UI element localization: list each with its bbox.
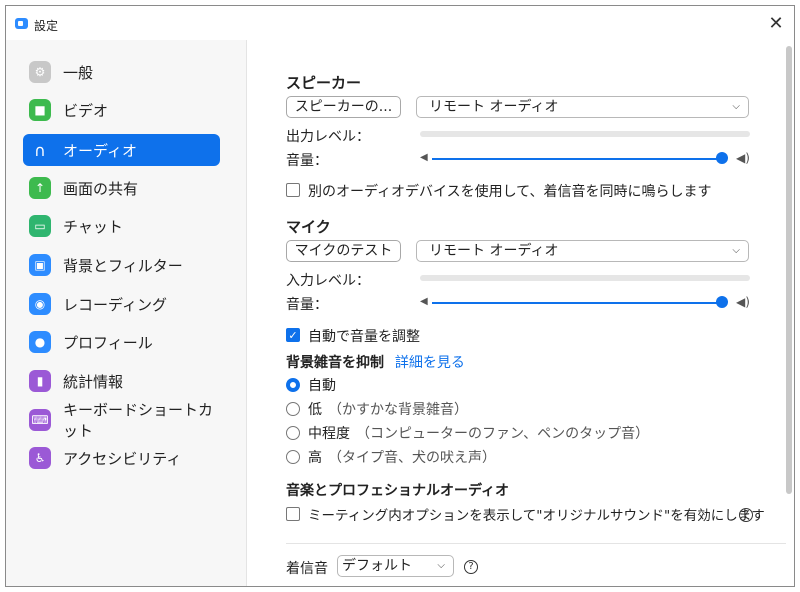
share-screen-icon: ↑ (29, 177, 51, 199)
mic-device-select[interactable]: リモート オーディオ ⌵ (416, 240, 749, 262)
mic-volume-handle[interactable] (716, 296, 728, 308)
ring-separately-label: 別のオーディオデバイスを使用して、着信音を同時に鳴らします (308, 184, 712, 200)
sidebar-item-profile[interactable]: ● プロフィール (23, 326, 220, 358)
ringtone-label: 着信音 (286, 561, 328, 577)
scrollbar[interactable] (786, 46, 792, 494)
noise-low-text: 低 (308, 402, 322, 418)
noise-medium-radio[interactable] (286, 426, 300, 440)
mic-volume-label: 音量： (286, 297, 328, 313)
help-icon[interactable]: ? (739, 508, 753, 522)
ring-separately-checkbox[interactable] (286, 183, 300, 197)
sidebar-item-chat-bubble[interactable]: ▭ チャット (23, 210, 220, 242)
accessibility-icon: ♿ (29, 447, 51, 469)
speaker-volume-handle[interactable] (716, 152, 728, 164)
output-level-label: 出力レベル： (286, 129, 370, 145)
section-divider (286, 543, 786, 544)
noise-medium-note: （コンピューターのファン、ペンのタップ音） (356, 426, 650, 442)
mic-section-title: マイク (286, 218, 331, 236)
noise-low-radio[interactable] (286, 402, 300, 416)
noise-high-text: 高 (308, 450, 322, 466)
speaker-volume-label: 音量： (286, 153, 328, 169)
speaker-volume-slider[interactable] (432, 158, 722, 160)
volume-high-icon: ◀) (736, 295, 750, 309)
sidebar-item-label: チャット (63, 217, 123, 236)
ringtone-select[interactable]: デフォルト ⌵ (337, 555, 454, 577)
noise-high-note: （タイプ音、犬の吠え声） (328, 450, 496, 466)
output-level-meter (420, 131, 750, 137)
noise-suppression-title: 背景雑音を抑制 詳細を見る (286, 352, 465, 372)
test-speaker-button[interactable]: スピーカーの... (286, 96, 401, 118)
volume-low-icon: ◀ (420, 152, 428, 163)
noise-medium-text: 中程度 (308, 426, 350, 442)
sidebar-item-headphones[interactable]: ∩ オーディオ (23, 134, 220, 166)
audio-settings-panel: スピーカー スピーカーの... リモート オーディオ ⌵ 出力レベル： 音量： … (248, 40, 786, 586)
original-sound-checkbox[interactable] (286, 507, 300, 521)
help-icon[interactable]: ? (464, 560, 478, 574)
test-mic-button[interactable]: マイクのテスト (286, 240, 401, 262)
sidebar-item-video-camera[interactable]: ■ ビデオ (23, 94, 220, 126)
zoom-app-icon (15, 18, 28, 29)
video-camera-icon: ■ (29, 99, 51, 121)
sidebar-item-label: 背景とフィルター (63, 256, 183, 275)
sidebar-item-label: レコーディング (63, 295, 167, 314)
input-level-meter (420, 275, 750, 281)
sidebar-item-label: アクセシビリティ (63, 449, 182, 468)
volume-high-icon: ◀) (736, 151, 750, 165)
window-title: 設定 (34, 19, 59, 33)
settings-sidebar: ⚙ 一般 ■ ビデオ ∩ オーディオ ↑ 画面の共有 ▭ チャット ▣ 背景とフィルター ◉ レコーディン… (6, 40, 247, 586)
noise-auto-radio[interactable] (286, 378, 300, 392)
noise-high-radio[interactable] (286, 450, 300, 464)
noise-auto-label: 自動 (308, 378, 336, 394)
noise-low-label: 低 （かすかな背景雑音） (308, 399, 468, 419)
noise-low-note: （かすかな背景雑音） (328, 402, 468, 418)
sidebar-item-label: プロフィール (63, 333, 153, 352)
sidebar-item-keyboard[interactable]: ⌨ キーボードショートカット (23, 401, 220, 440)
sidebar-item-accessibility[interactable]: ♿ アクセシビリティ (23, 442, 220, 474)
noise-medium-label: 中程度 （コンピューターのファン、ペンのタップ音） (308, 423, 649, 443)
sidebar-item-statistics[interactable]: ▮ 統計情報 (23, 365, 220, 397)
sidebar-item-label: オーディオ (63, 141, 137, 160)
chevron-down-icon: ⌵ (732, 101, 740, 112)
sidebar-item-label: 統計情報 (63, 372, 124, 391)
speaker-device-value: リモート オーディオ (429, 99, 559, 115)
settings-window: 設定 ✕ ⚙ 一般 ■ ビデオ ∩ オーディオ ↑ 画面の共有 ▭ チャット ▣ 背景とフィルター ◉ レ… (5, 5, 795, 587)
background-filter-icon: ▣ (29, 254, 51, 276)
statistics-icon: ▮ (29, 370, 51, 392)
title-bar: 設定 ✕ (6, 6, 794, 40)
mic-volume-slider[interactable] (432, 302, 722, 304)
volume-low-icon: ◀ (420, 296, 428, 307)
noise-high-label: 高 （タイプ音、犬の吠え声） (308, 447, 496, 467)
sidebar-item-gear[interactable]: ⚙ 一般 (23, 56, 220, 88)
auto-adjust-label: 自動で音量を調整 (308, 329, 420, 345)
sidebar-item-label: ビデオ (63, 101, 109, 120)
profile-icon: ● (29, 331, 51, 353)
noise-suppression-label: 背景雑音を抑制 (286, 355, 384, 371)
sidebar-item-label: キーボードショートカット (63, 401, 214, 440)
sidebar-item-label: 一般 (63, 63, 94, 82)
sidebar-item-label: 画面の共有 (63, 179, 139, 198)
sidebar-item-background-filter[interactable]: ▣ 背景とフィルター (23, 249, 220, 281)
headphones-icon: ∩ (34, 140, 46, 160)
speaker-device-select[interactable]: リモート オーディオ ⌵ (416, 96, 749, 118)
gear-icon: ⚙ (29, 61, 51, 83)
chevron-down-icon: ⌵ (437, 560, 445, 571)
speaker-section-title: スピーカー (286, 74, 362, 92)
sidebar-item-recording[interactable]: ◉ レコーディング (23, 288, 220, 320)
original-sound-label: ミーティング内オプションを表示して"オリジナルサウンド"を有効にします (308, 508, 765, 524)
auto-adjust-checkbox[interactable]: ✓ (286, 328, 300, 342)
chat-bubble-icon: ▭ (29, 215, 51, 237)
close-icon[interactable]: ✕ (766, 14, 786, 34)
ringtone-value: デフォルト (342, 558, 412, 574)
sidebar-item-share-screen[interactable]: ↑ 画面の共有 (23, 172, 220, 204)
chevron-down-icon: ⌵ (732, 245, 740, 256)
keyboard-icon: ⌨ (29, 409, 51, 431)
mic-device-value: リモート オーディオ (429, 243, 559, 259)
learn-more-link[interactable]: 詳細を見る (395, 355, 465, 371)
recording-icon: ◉ (29, 293, 51, 315)
input-level-label: 入力レベル： (286, 273, 370, 289)
music-section-title: 音楽とプロフェショナルオーディオ (286, 483, 510, 499)
